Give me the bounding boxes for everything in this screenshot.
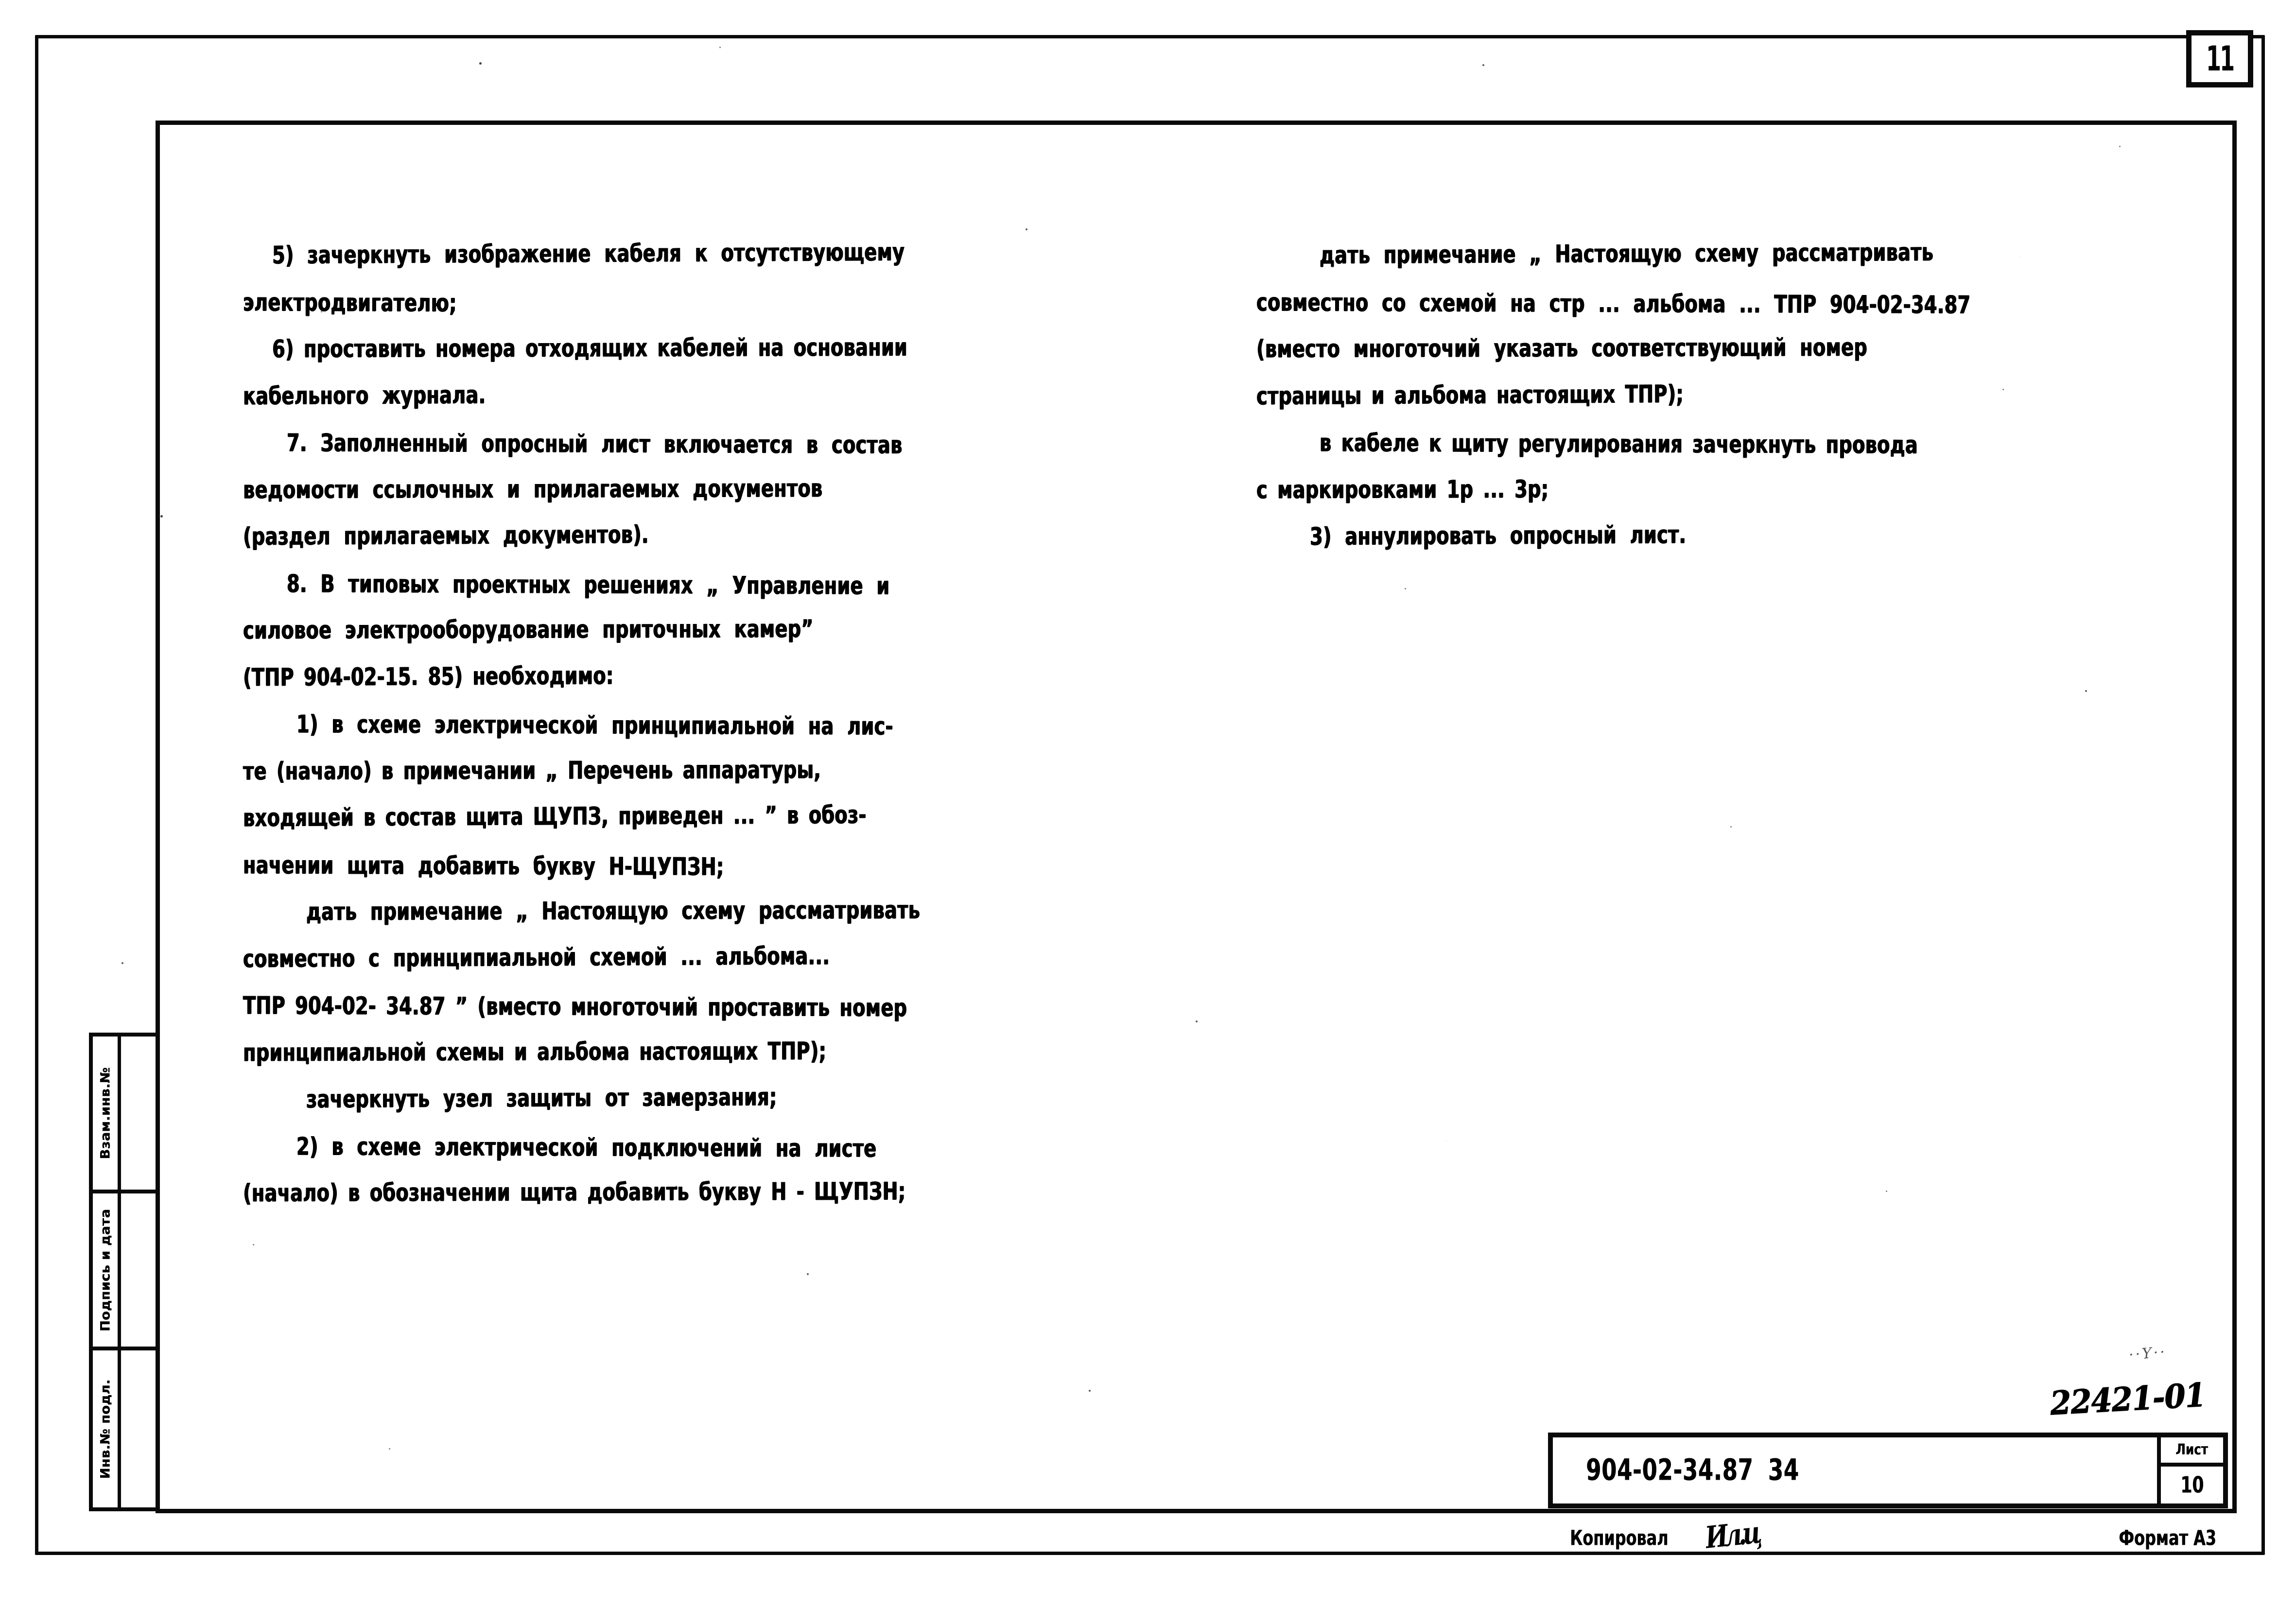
- corner-page-number: 11: [2206, 38, 2235, 79]
- scan-speckle: [2002, 389, 2004, 390]
- sidebar-label-text: Взам.инв.№: [98, 1067, 113, 1159]
- copier-signature: Ил.ц: [1704, 1514, 1760, 1555]
- text-line: 2) в схеме электрической подключений на …: [296, 1132, 877, 1163]
- text-line: кабельного журнала.: [243, 380, 486, 410]
- text-line: (начало) в обозначении щита добавить бук…: [243, 1176, 906, 1208]
- document-page: 11 5) зачеркнуть изображение кабеля к от…: [0, 0, 2296, 1607]
- sidebar-label-podpis-data: Подпись и дата: [93, 1193, 121, 1347]
- scan-speckle: [1886, 1191, 1887, 1192]
- sidebar-label-text: Подпись и дата: [98, 1209, 113, 1331]
- sidebar-label-vzam-inv: Взам.инв.№: [93, 1037, 121, 1190]
- scan-speckle: [2085, 690, 2087, 692]
- text-line: (вместо многоточий указать соответствующ…: [1256, 333, 1867, 363]
- title-block-designation: 904-02-34.87 34: [1586, 1453, 1799, 1487]
- title-block-designation-cell: 904-02-34.87 34: [1553, 1437, 2161, 1503]
- scan-speckle: [583, 909, 585, 910]
- scan-speckle: [1405, 588, 1406, 589]
- stamp-smudge-mark: ··Υ··: [2128, 1343, 2168, 1364]
- text-line: 6) проставить номера отходящих кабелей н…: [272, 333, 908, 363]
- text-line: дать примечание „ Настоящую схему рассма…: [306, 896, 921, 926]
- scan-speckle: [479, 62, 482, 65]
- text-line: 5) зачеркнуть изображение кабеля к отсут…: [272, 238, 905, 270]
- text-line: совместно со схемой на стр ... альбома .…: [1256, 288, 1971, 319]
- text-line: (ТПР 904-02-15. 85) необходимо:: [243, 661, 614, 691]
- text-line: совместно с принципиальной схемой ... ал…: [243, 941, 830, 973]
- text-line: принципиальной схемы и альбома настоящих…: [243, 1036, 827, 1067]
- text-line: в кабеле к щиту регулирования зачеркнуть…: [1319, 428, 1918, 459]
- scan-speckle: [253, 1244, 254, 1245]
- scan-speckle: [1026, 228, 1027, 230]
- text-line: дать примечание „ Настоящую схему рассма…: [1319, 238, 1934, 270]
- scan-speckle: [122, 962, 123, 964]
- scan-speckle: [389, 1448, 390, 1450]
- text-line: ведомости ссылочных и прилагаемых докуме…: [243, 473, 823, 504]
- sidebar-cell-podpis-data: Подпись и дата: [93, 1193, 156, 1351]
- scan-speckle: [321, 311, 322, 312]
- text-line: ТПР 904-02- 34.87 ” (вместо многоточий п…: [243, 991, 907, 1022]
- title-block-sheet-cells: Лист 10: [2161, 1437, 2223, 1503]
- scan-speckle: [807, 1273, 809, 1275]
- title-block-sheet-number: 10: [2180, 1471, 2204, 1498]
- text-line: силовое электрооборудование приточных ка…: [243, 614, 814, 645]
- scan-speckle: [1482, 64, 1484, 66]
- sidebar-label-text: Инв.№ подл.: [98, 1379, 113, 1479]
- text-line: 7. Заполненный опросный лист включается …: [286, 428, 903, 459]
- sidebar-value-podpis-data[interactable]: [121, 1193, 156, 1347]
- sidebar-label-inv-podl: Инв.№ подл.: [93, 1350, 121, 1508]
- scan-speckle: [676, 1186, 677, 1187]
- sidebar-value-vzam-inv[interactable]: [121, 1037, 156, 1190]
- text-line: 3) аннулировать опросный лист.: [1309, 520, 1687, 551]
- page-footer: Копировал Ил.ц Формат А3: [1570, 1515, 2216, 1555]
- sidebar-cell-vzam-inv: Взам.инв.№: [93, 1037, 156, 1194]
- sheet-format-label: Формат А3: [2119, 1525, 2216, 1550]
- title-block-sheet-number-cell: 10: [2161, 1467, 2223, 1503]
- text-line: электродвигателю;: [243, 288, 457, 317]
- text-line: 8. В типовых проектных решениях „ Управл…: [286, 569, 890, 600]
- scan-speckle: [719, 47, 721, 48]
- text-line: зачеркнуть узел защиты от замерзания;: [306, 1082, 777, 1114]
- text-line: с маркировками 1р ... 3р;: [1256, 474, 1549, 504]
- text-line: те (начало) в примечании „ Перечень аппа…: [243, 755, 821, 785]
- title-block-sheet-label-cell: Лист: [2161, 1437, 2223, 1467]
- sidebar-value-inv-podl[interactable]: [121, 1350, 156, 1507]
- text-line: (раздел прилагаемых документов).: [243, 520, 649, 551]
- text-line: начении щита добавить букву Н-ЩУПЗН;: [243, 850, 724, 881]
- copied-by-label: Копировал: [1570, 1525, 1669, 1550]
- text-line: страницы и альбома настоящих ТПР);: [1256, 379, 1684, 410]
- text-line: входящей в состав щита ЩУПЗ, приведен ..…: [243, 800, 867, 832]
- title-block: 904-02-34.87 34 Лист 10: [1548, 1433, 2228, 1508]
- scan-speckle: [1089, 1390, 1091, 1392]
- title-block-sheet-label: Лист: [2175, 1441, 2209, 1459]
- scan-speckle: [1196, 1020, 1198, 1022]
- sidebar-stamp-column: Взам.инв.№ Подпись и дата Инв.№ подл.: [89, 1033, 156, 1511]
- scan-speckle: [160, 515, 163, 518]
- text-line: 1) в схеме электрической принципиальной …: [296, 709, 893, 741]
- scan-speckle: [1730, 826, 1732, 828]
- scan-speckle: [2119, 146, 2121, 147]
- corner-page-number-box: 11: [2186, 30, 2253, 87]
- sidebar-cell-inv-podl: Инв.№ подл.: [93, 1350, 156, 1508]
